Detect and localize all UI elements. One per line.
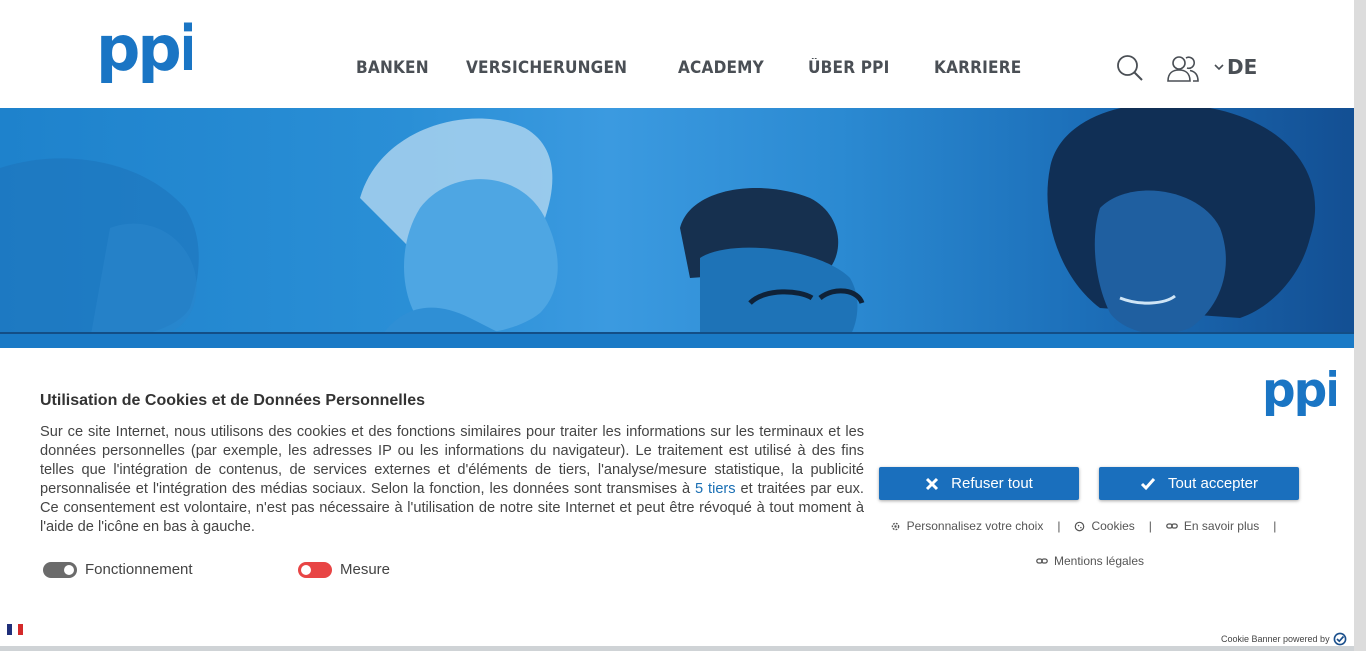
- link-separator: |: [1057, 519, 1061, 533]
- customize-choice-link[interactable]: Personnalisez votre choix: [890, 519, 1044, 533]
- cookie-banner: Utilisation de Cookies et de Données Per…: [0, 348, 1354, 646]
- chevron-down-icon: [1214, 64, 1224, 71]
- main-nav: BANKEN VERSICHERUNGEN ACADEMY ÜBER PPI K…: [356, 58, 1066, 80]
- refuse-all-button[interactable]: Refuser tout: [879, 467, 1079, 500]
- toggle-switch-on[interactable]: [43, 561, 77, 578]
- toggle-label-mesure: Mesure: [340, 561, 391, 578]
- hero-bottom-bar: [0, 334, 1354, 348]
- toggle-label-fonctionnement: Fonctionnement: [85, 561, 193, 578]
- ppi-logo-small: ppi: [1262, 366, 1336, 418]
- cookie-icon: [1075, 521, 1085, 531]
- nav-ueber-ppi[interactable]: ÜBER PPI: [808, 58, 889, 80]
- close-icon: [926, 477, 939, 490]
- cookie-links: Personnalisez votre choix | Cookies | En…: [878, 519, 1302, 568]
- learn-more-label: En savoir plus: [1183, 519, 1260, 533]
- hero-people-illustration: [0, 108, 1315, 348]
- gear-icon: [891, 522, 899, 530]
- link-separator: |: [1148, 519, 1152, 533]
- page-scrollbar[interactable]: [1354, 0, 1366, 651]
- language-label: DE: [1227, 55, 1258, 79]
- nav-academy[interactable]: ACADEMY: [678, 58, 764, 80]
- ppi-logo[interactable]: ppi: [96, 18, 192, 90]
- accept-all-button[interactable]: Tout accepter: [1099, 467, 1299, 500]
- shield-check-icon: [1333, 632, 1346, 646]
- hero-image: [0, 108, 1354, 348]
- toggle-fonctionnement[interactable]: Fonctionnement: [43, 561, 193, 578]
- link-icon: [1036, 558, 1048, 564]
- nav-versicherungen[interactable]: VERSICHERUNGEN: [466, 58, 627, 80]
- cookies-label: Cookies: [1091, 519, 1135, 533]
- refuse-all-label: Refuser tout: [951, 475, 1033, 492]
- checkmark-icon: [1140, 477, 1156, 490]
- svg-text:ppi: ppi: [96, 18, 192, 85]
- cookies-link[interactable]: Cookies: [1074, 519, 1135, 533]
- users-icon[interactable]: [1166, 55, 1200, 83]
- french-flag-icon[interactable]: [7, 624, 23, 635]
- accept-all-label: Tout accepter: [1167, 475, 1259, 492]
- svg-text:ppi: ppi: [1262, 366, 1336, 418]
- toggle-mesure[interactable]: Mesure: [298, 561, 390, 578]
- legal-notice-label: Mentions légales: [1053, 554, 1145, 568]
- cookie-banner-text: Sur ce site Internet, nous utilisons des…: [40, 423, 864, 537]
- language-switcher[interactable]: DE: [1214, 55, 1257, 79]
- toggle-switch-off[interactable]: [298, 561, 332, 578]
- search-icon[interactable]: [1116, 54, 1144, 82]
- cookie-banner-title: Utilisation de Cookies et de Données Per…: [40, 392, 425, 409]
- legal-notice-link[interactable]: Mentions légales: [1036, 554, 1144, 568]
- third-parties-link[interactable]: 5 tiers: [695, 481, 736, 497]
- powered-by-label: Cookie Banner powered by: [1221, 634, 1330, 644]
- customize-choice-label: Personnalisez votre choix: [906, 519, 1044, 533]
- site-header: ppi BANKEN VERSICHERUNGEN ACADEMY ÜBER P…: [0, 0, 1354, 108]
- nav-karriere[interactable]: KARRIERE: [934, 58, 1021, 80]
- learn-more-link[interactable]: En savoir plus: [1166, 519, 1259, 533]
- link-separator: |: [1273, 519, 1277, 533]
- powered-by[interactable]: Cookie Banner powered by: [1221, 632, 1347, 646]
- link-icon: [1166, 523, 1178, 529]
- nav-banken[interactable]: BANKEN: [356, 58, 429, 80]
